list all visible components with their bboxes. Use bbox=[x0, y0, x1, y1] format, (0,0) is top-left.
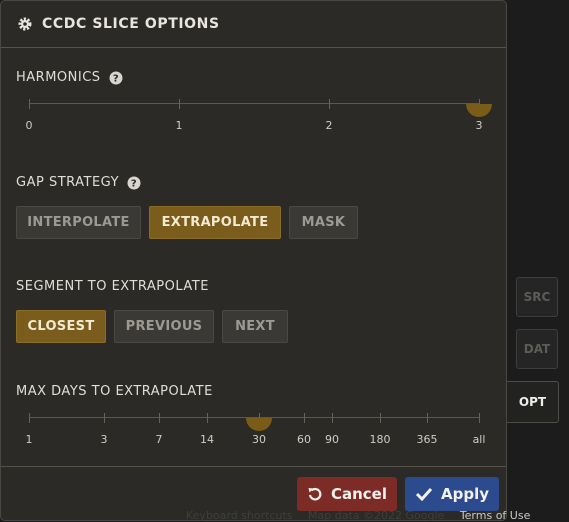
footer-divider bbox=[1, 466, 506, 467]
keyboard-shortcuts-link[interactable]: Keyboard shortcuts bbox=[186, 509, 293, 522]
max-days-tick bbox=[159, 413, 160, 423]
max-days-slider[interactable]: 1 3 7 14 30 60 90 180 365 all bbox=[26, 413, 485, 446]
apply-button[interactable]: Apply bbox=[405, 477, 499, 511]
harmonics-tick bbox=[329, 99, 330, 109]
map-data-credit: Map data ©2022 Google bbox=[308, 509, 445, 522]
harmonics-label: HARMONICS bbox=[16, 70, 101, 85]
segment-label: SEGMENT TO EXTRAPOLATE bbox=[16, 279, 209, 294]
max-days-thumb[interactable] bbox=[246, 418, 272, 431]
cancel-label: Cancel bbox=[330, 485, 387, 503]
apply-label: Apply bbox=[440, 485, 489, 503]
tab-opt[interactable]: OPT bbox=[507, 381, 559, 423]
harmonics-label-row: HARMONICS ? bbox=[16, 70, 123, 85]
max-days-tick-label: 14 bbox=[200, 433, 214, 446]
help-icon[interactable]: ? bbox=[109, 71, 123, 85]
gap-strategy-label: GAP STRATEGY bbox=[16, 175, 120, 190]
extrapolate-button[interactable]: EXTRAPOLATE bbox=[149, 206, 281, 239]
tab-src[interactable]: SRC bbox=[516, 277, 558, 317]
slice-options-panel: CCDC SLICE OPTIONS HARMONICS ? 0 1 2 3 GAP … bbox=[0, 0, 507, 521]
cancel-button[interactable]: Cancel bbox=[297, 477, 397, 511]
harmonics-tick-label: 3 bbox=[475, 119, 483, 132]
harmonics-tick bbox=[29, 99, 30, 109]
gear-icon bbox=[18, 17, 32, 31]
max-days-tick-label: 7 bbox=[155, 433, 163, 446]
harmonics-thumb[interactable] bbox=[466, 104, 492, 117]
max-days-label: MAX DAYS TO EXTRAPOLATE bbox=[16, 384, 213, 399]
gap-strategy-label-row: GAP STRATEGY ? bbox=[16, 175, 141, 190]
max-days-tick bbox=[380, 413, 381, 423]
svg-text:?: ? bbox=[131, 178, 137, 189]
max-days-tick-label: 60 bbox=[297, 433, 311, 446]
max-days-tick-label: 180 bbox=[369, 433, 391, 446]
tab-dat[interactable]: DAT bbox=[516, 329, 558, 369]
closest-button[interactable]: CLOSEST bbox=[16, 310, 106, 343]
panel-title: CCDC SLICE OPTIONS bbox=[42, 16, 220, 32]
next-button[interactable]: NEXT bbox=[222, 310, 288, 343]
harmonics-tick bbox=[179, 99, 180, 109]
max-days-tick bbox=[479, 413, 480, 423]
help-icon[interactable]: ? bbox=[127, 176, 141, 190]
harmonics-tick-label: 0 bbox=[25, 119, 33, 132]
harmonics-tick-label: 2 bbox=[325, 119, 333, 132]
svg-text:?: ? bbox=[112, 73, 118, 84]
interpolate-button[interactable]: INTERPOLATE bbox=[16, 206, 141, 239]
max-days-tick bbox=[332, 413, 333, 423]
max-days-tick bbox=[104, 413, 105, 423]
terms-of-use-link[interactable]: Terms of Use bbox=[460, 509, 531, 522]
map-attribution: Keyboard shortcuts Map data ©2022 Google… bbox=[186, 509, 542, 522]
segment-label-row: SEGMENT TO EXTRAPOLATE bbox=[16, 279, 209, 294]
max-days-tick-label: all bbox=[472, 433, 486, 446]
max-days-tick-label: 90 bbox=[325, 433, 339, 446]
harmonics-tick-label: 1 bbox=[175, 119, 183, 132]
max-days-tick bbox=[304, 413, 305, 423]
mask-button[interactable]: MASK bbox=[289, 206, 358, 239]
max-days-tick-label: 30 bbox=[252, 433, 266, 446]
max-days-tick bbox=[207, 413, 208, 423]
max-days-label-row: MAX DAYS TO EXTRAPOLATE bbox=[16, 384, 213, 399]
panel-header: CCDC SLICE OPTIONS bbox=[1, 1, 506, 48]
max-days-tick-label: 3 bbox=[100, 433, 108, 446]
max-days-tick-label: 1 bbox=[25, 433, 33, 446]
checkmark-icon bbox=[415, 487, 433, 501]
previous-button[interactable]: PREVIOUS bbox=[114, 310, 214, 343]
max-days-tick bbox=[29, 413, 30, 423]
max-days-tick-label: 365 bbox=[416, 433, 438, 446]
undo-icon bbox=[308, 487, 322, 501]
harmonics-slider[interactable]: 0 1 2 3 bbox=[26, 99, 492, 132]
max-days-tick bbox=[427, 413, 428, 423]
